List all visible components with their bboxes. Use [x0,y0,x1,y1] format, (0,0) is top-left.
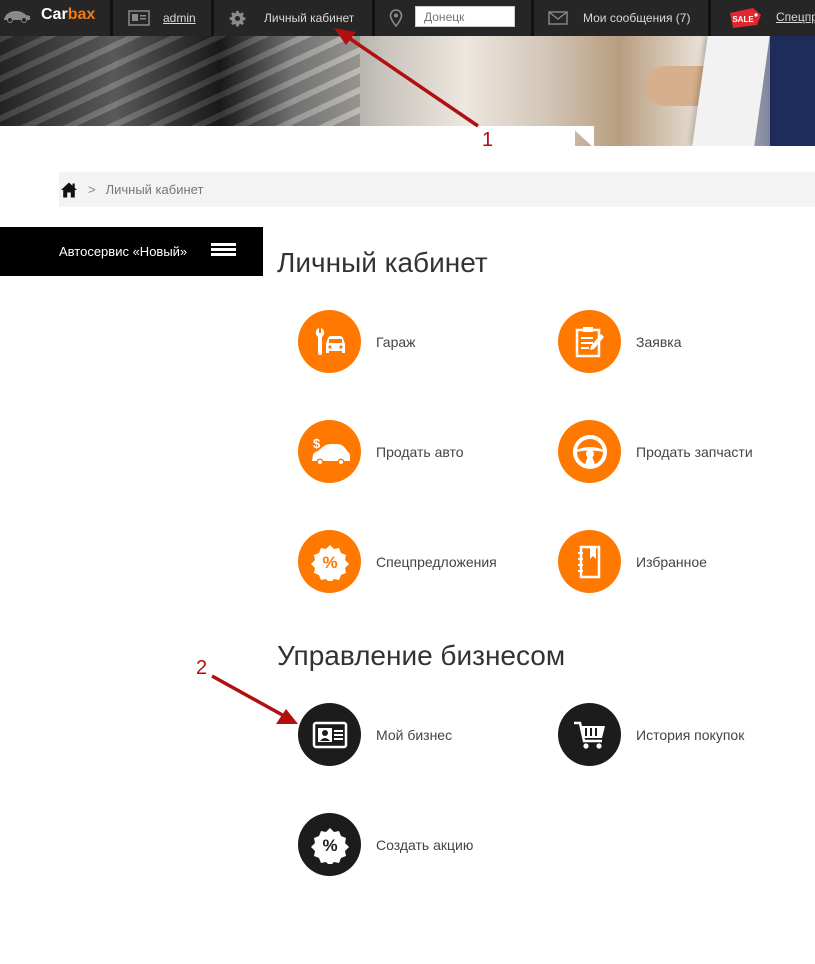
home-icon[interactable] [60,181,78,199]
annotation-number-1: 1 [482,129,494,151]
svg-text:$: $ [313,436,321,451]
sell-car-dollar-icon: $ [298,420,361,483]
tile-label: Продать запчасти [636,443,753,460]
tile-label: Продать авто [376,443,464,460]
breadcrumb: > Личный кабинет [59,172,815,207]
cabinet-link[interactable]: Личный кабинет [264,11,354,25]
page-title: Личный кабинет [277,247,488,278]
annotation-arrow-2 [211,674,287,719]
percent-badge-icon: % [298,813,361,876]
tile-label: Спецпредложения [376,553,497,570]
svg-text:%: % [322,836,337,855]
breadcrumb-current: Личный кабинет [105,182,204,197]
bookmark-notebook-icon [558,530,621,593]
messages-menu[interactable]: Мои сообщения (7) [548,0,690,36]
tile-my-business[interactable]: Мой бизнес [298,703,452,766]
cabinet-menu[interactable]: Личный кабинет [229,0,354,36]
divider [372,0,375,36]
tile-favorites[interactable]: Избранное [558,530,707,593]
section-title-business: Управление бизнесом [277,640,566,671]
svg-text:SALE: SALE [732,15,754,24]
car-logo-icon [4,11,30,23]
messages-link[interactable]: Мои сообщения (7) [583,11,690,25]
tile-sell-car[interactable]: $ Продать авто [298,420,464,483]
divider [531,0,534,36]
svg-text:%: % [322,553,337,572]
city-input[interactable] [415,6,515,27]
sidebar-title: Автосервис «Новый» [59,244,188,259]
top-navigation-bar: Carbax admin Личный кабинет Мои соо [0,0,815,36]
sale-tag-icon[interactable]: SALE [727,7,763,29]
breadcrumb-separator: > [88,182,96,197]
tile-label: История покупок [636,726,745,743]
garage-wrench-car-icon [298,310,361,373]
tile-label: Гараж [376,333,416,350]
id-card-icon [298,703,361,766]
tile-purchase-history[interactable]: История покупок [558,703,744,766]
divider [708,0,711,36]
shopping-cart-icon [558,703,621,766]
tile-special-offers[interactable]: % Спецпредложения [298,530,497,593]
tile-label: Мой бизнес [376,726,453,743]
divider [110,0,113,36]
special-offers-link[interactable]: Спецпр [776,10,815,24]
hamburger-menu-icon[interactable] [211,243,236,257]
tile-garage[interactable]: Гараж [298,310,416,373]
sidebar-header[interactable]: Автосервис «Новый» [0,227,263,276]
annotation-number-2: 2 [196,657,208,679]
tile-label: Создать акцию [376,836,474,853]
divider [211,0,214,36]
user-menu[interactable]: admin [128,0,196,36]
tile-create-promotion[interactable]: % Создать акцию [298,813,473,876]
tile-request[interactable]: Заявка [558,310,681,373]
logo[interactable]: Carbax [0,0,110,36]
tile-sell-parts[interactable]: Продать запчасти [558,420,753,483]
location-pin-icon [389,0,403,36]
username-link[interactable]: admin [163,11,196,25]
envelope-icon [548,11,568,25]
logo-text: Carbax [41,6,96,23]
arrow-head-2 [276,709,298,724]
request-document-icon [558,310,621,373]
steering-wheel-icon [558,420,621,483]
percent-badge-icon: % [298,530,361,593]
user-card-icon [128,10,150,26]
tile-label: Заявка [636,333,682,350]
gear-icon [229,10,246,26]
tile-label: Избранное [636,553,707,570]
